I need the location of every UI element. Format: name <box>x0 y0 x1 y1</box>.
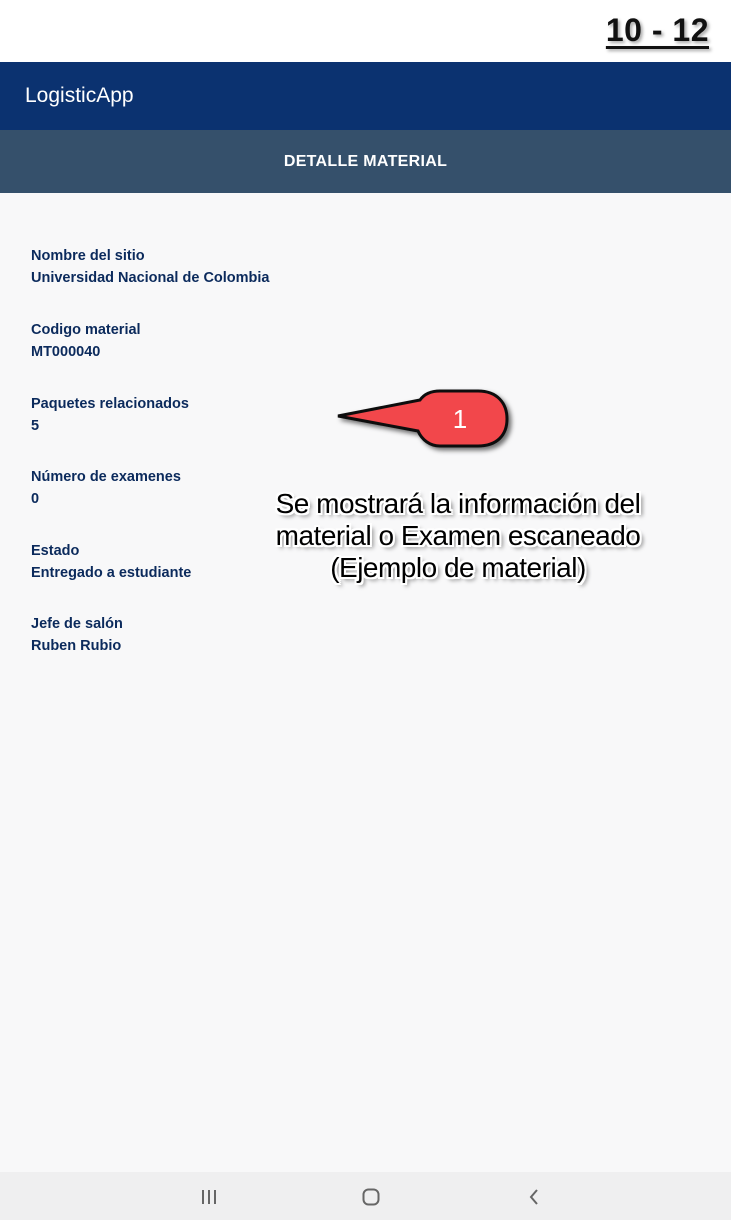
field-value: Ruben Rubio <box>31 638 122 654</box>
app-title: LogisticApp <box>25 84 134 107</box>
recent-apps-icon[interactable] <box>198 1186 220 1208</box>
annotation-line: Se mostrará la información del <box>275 488 641 519</box>
field-value: Entregado a estudiante <box>31 565 192 581</box>
field-related-packages: Paquetes relacionados 5 <box>31 393 189 437</box>
annotation-line: (Ejemplo de material) <box>330 552 586 583</box>
field-label: Número de examenes <box>31 469 181 485</box>
back-icon[interactable] <box>523 1186 545 1208</box>
field-label: Nombre del sitio <box>31 248 145 264</box>
field-room-head: Jefe de salón Ruben Rubio <box>31 613 123 657</box>
home-icon[interactable] <box>360 1186 382 1208</box>
field-material-code: Codigo material MT000040 <box>31 319 141 363</box>
field-value: Universidad Nacional de Colombia <box>31 270 270 286</box>
page-number: 10 - 12 <box>605 12 709 48</box>
section-header: DETALLE MATERIAL <box>0 130 731 193</box>
field-value: MT000040 <box>31 344 101 360</box>
field-label: Estado <box>31 543 80 559</box>
section-title: DETALLE MATERIAL <box>283 152 448 170</box>
field-status: Estado Entregado a estudiante <box>31 540 191 584</box>
annotation-text: Se mostrará la información del material … <box>262 488 654 584</box>
app-bar: LogisticApp <box>0 62 731 130</box>
field-label: Codigo material <box>31 322 141 338</box>
field-label: Paquetes relacionados <box>31 396 189 412</box>
field-label: Jefe de salón <box>31 616 123 632</box>
system-nav-bar <box>0 1172 731 1220</box>
field-site-name: Nombre del sitio Universidad Nacional de… <box>31 245 270 289</box>
annotation-line: material o Examen escaneado <box>275 520 641 551</box>
field-exam-count: Número de examenes 0 <box>31 466 181 510</box>
field-value: 5 <box>31 418 40 434</box>
field-value: 0 <box>31 491 40 507</box>
